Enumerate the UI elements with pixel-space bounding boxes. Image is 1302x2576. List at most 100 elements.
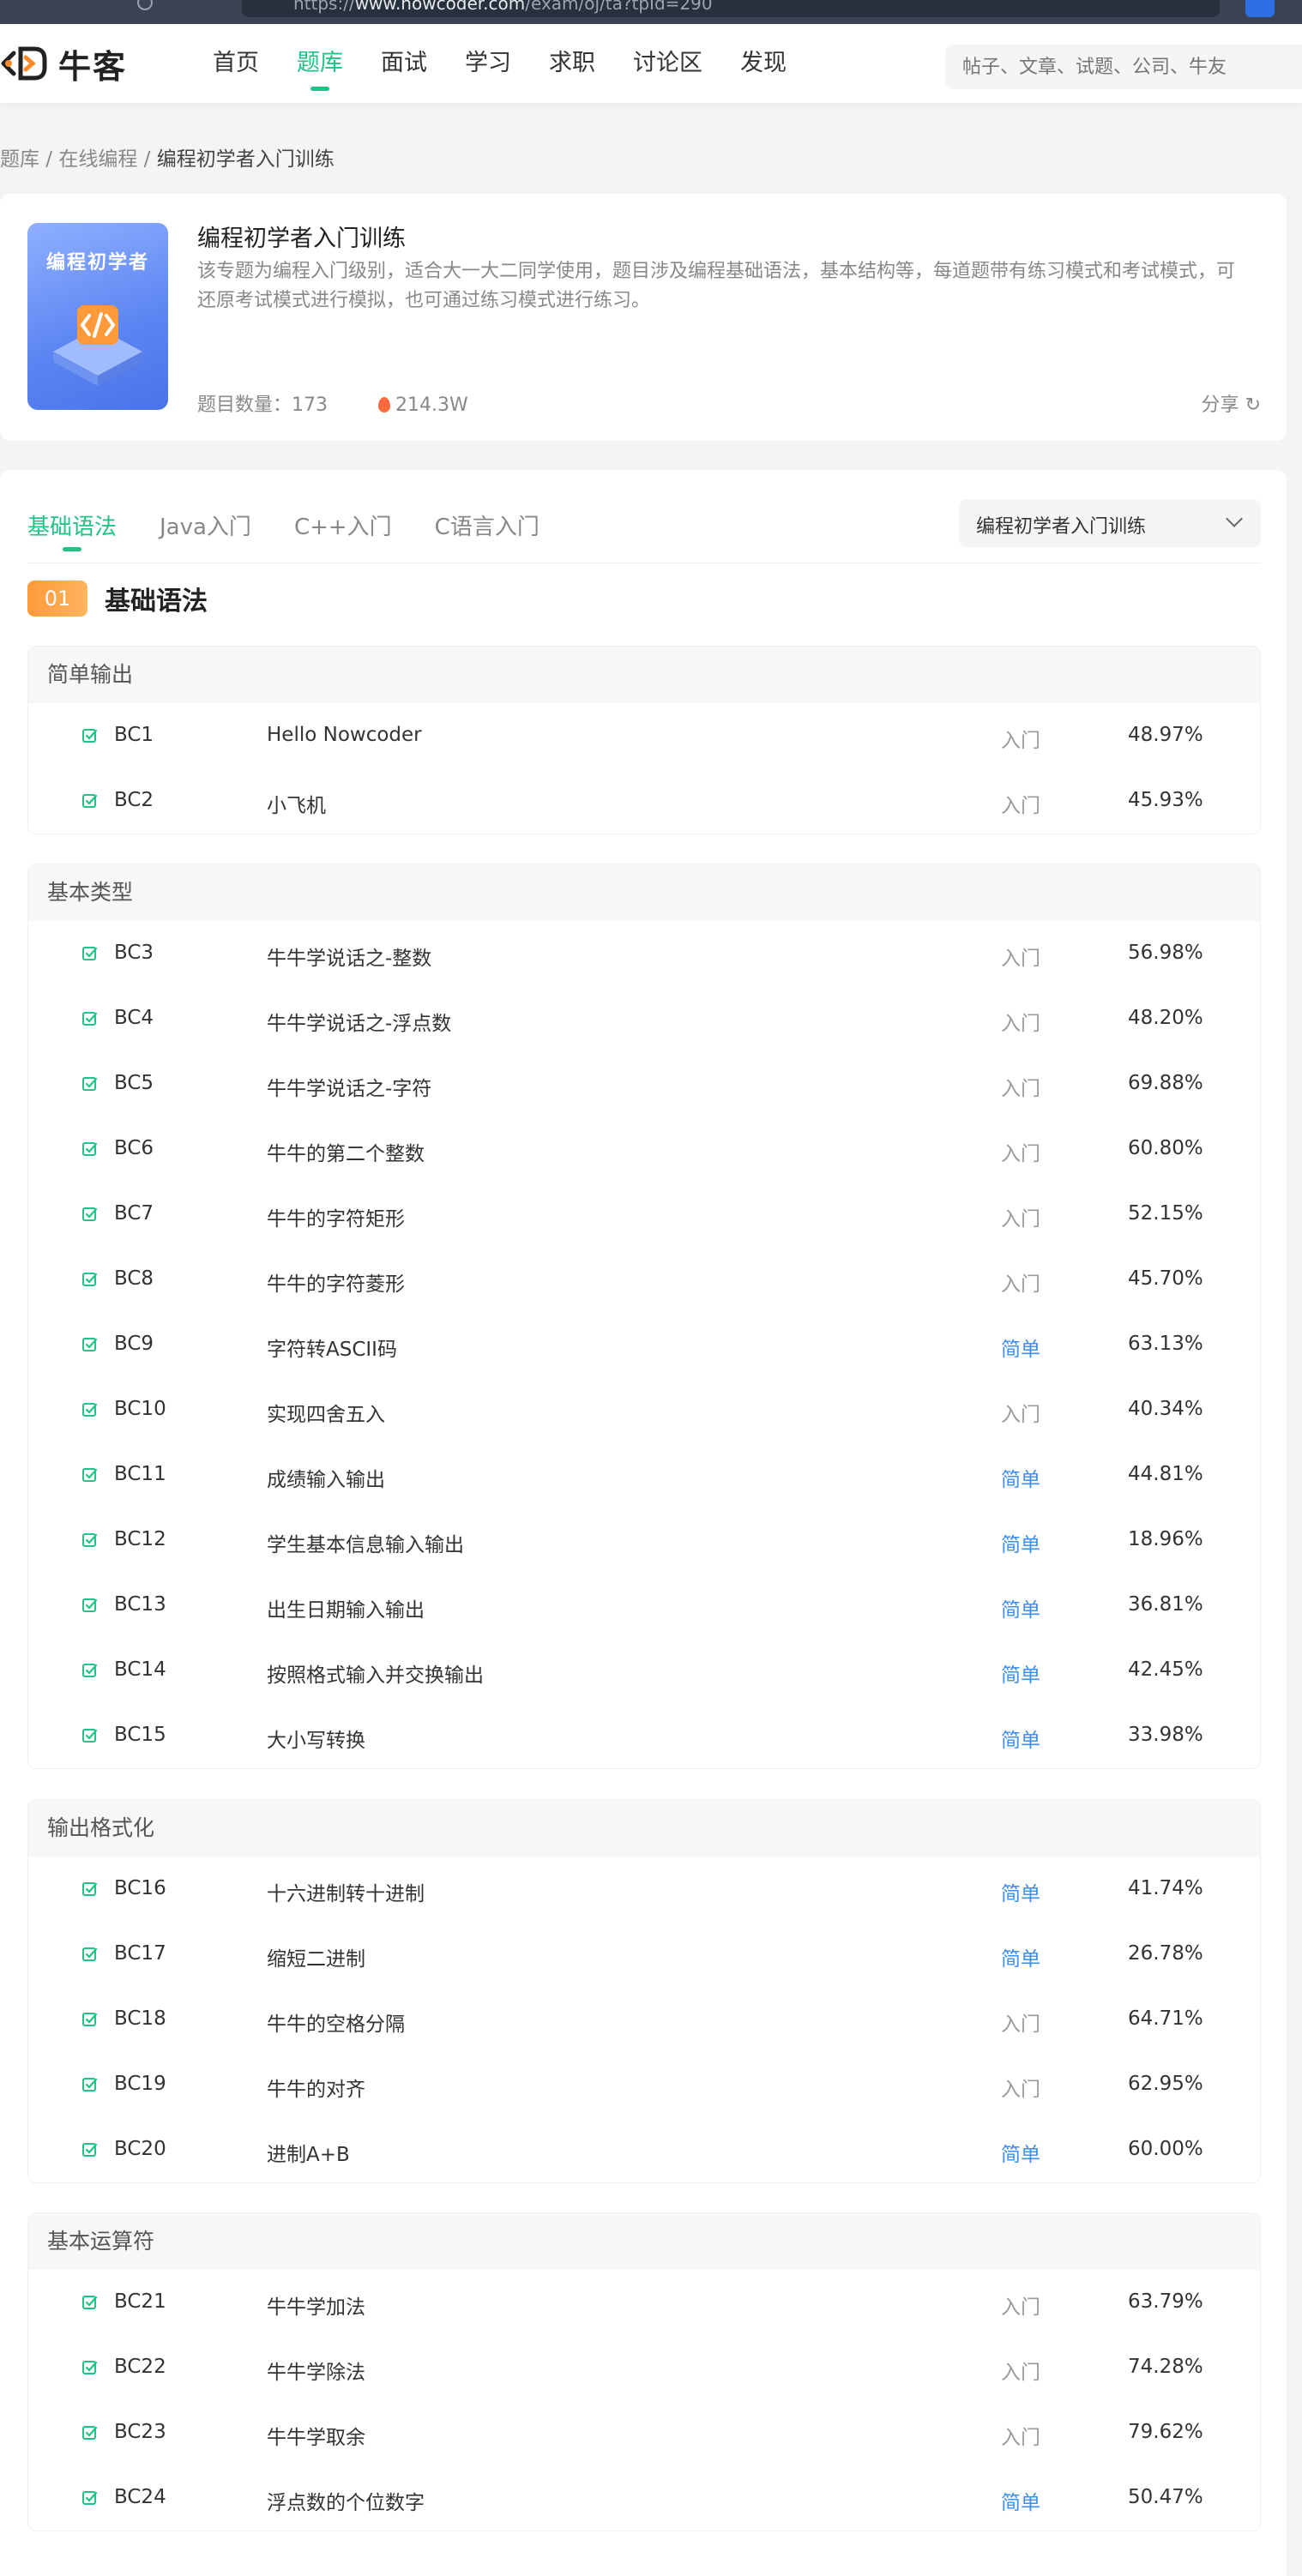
pass-rate: 45.93% (1128, 789, 1203, 811)
search-input[interactable] (945, 45, 1302, 89)
question-title[interactable]: 牛牛学取余 (267, 2421, 365, 2450)
nav-learn[interactable]: 学习 (465, 24, 511, 103)
solved-check-icon (82, 1338, 98, 1351)
question-id: BC20 (114, 2138, 166, 2160)
pass-rate: 18.96% (1128, 1528, 1203, 1550)
nav-home[interactable]: 首页 (213, 24, 259, 103)
question-id: BC8 (114, 1267, 154, 1290)
topic-select[interactable]: 编程初学者入门训练 (959, 499, 1261, 547)
question-title[interactable]: 牛牛的空格分隔 (267, 2007, 405, 2037)
tab-c-intro[interactable]: C语言入门 (435, 509, 539, 541)
pass-rate: 79.62% (1128, 2421, 1203, 2443)
question-title[interactable]: 出生日期输入输出 (267, 1593, 425, 1622)
question-title[interactable]: 浮点数的个位数字 (267, 2486, 425, 2515)
question-row[interactable]: BC22 牛牛学除法 入门 74.28% (28, 2335, 1260, 2400)
nav-discuss[interactable]: 讨论区 (633, 24, 702, 103)
question-row[interactable]: BC3 牛牛学说话之-整数 入门 56.98% (28, 921, 1260, 986)
question-row[interactable]: BC15 大小写转换 简单 33.98% (28, 1703, 1260, 1768)
tab-java-intro[interactable]: Java入门 (160, 509, 251, 541)
question-row[interactable]: BC20 进制A+B 简单 60.00% (28, 2117, 1260, 2182)
pass-rate: 48.20% (1128, 1007, 1203, 1029)
question-row[interactable]: BC11 成绩输入输出 简单 44.81% (28, 1442, 1260, 1508)
question-row[interactable]: BC1 Hello Nowcoder 入门 48.97% (28, 703, 1260, 768)
difficulty-label: 入门 (1001, 1013, 1040, 1035)
question-title[interactable]: 牛牛的字符菱形 (267, 1267, 405, 1297)
difficulty-label: 简单 (1001, 1730, 1040, 1752)
difficulty-label: 入门 (1001, 948, 1040, 970)
share-button[interactable]: 分享 ↻ (1202, 389, 1261, 417)
reload-icon[interactable] (137, 0, 153, 10)
difficulty-label: 入门 (1001, 1404, 1040, 1426)
question-row[interactable]: BC17 缩短二进制 简单 26.78% (28, 1922, 1260, 1987)
question-row[interactable]: BC6 牛牛的第二个整数 入门 60.80% (28, 1116, 1260, 1182)
question-title[interactable]: 十六进制转十进制 (267, 1877, 425, 1906)
question-row[interactable]: BC12 学生基本信息输入输出 简单 18.96% (28, 1508, 1260, 1573)
question-title[interactable]: 进制A+B (267, 2138, 350, 2167)
question-id: BC10 (114, 1398, 166, 1420)
nav-interview[interactable]: 面试 (381, 24, 427, 103)
question-title[interactable]: 牛牛学说话之-字符 (267, 1072, 431, 1101)
question-title[interactable]: 实现四舍五入 (267, 1398, 385, 1427)
breadcrumb: 题库 / 在线编程 / 编程初学者入门训练 (0, 142, 335, 172)
question-id: BC13 (114, 1593, 166, 1616)
question-title[interactable]: 牛牛学加法 (267, 2290, 365, 2320)
question-title[interactable]: 学生基本信息输入输出 (267, 1528, 464, 1557)
question-title[interactable]: 牛牛的对齐 (267, 2073, 365, 2102)
question-row[interactable]: BC8 牛牛的字符菱形 入门 45.70% (28, 1247, 1260, 1312)
question-id: BC15 (114, 1724, 166, 1746)
question-row[interactable]: BC4 牛牛学说话之-浮点数 入门 48.20% (28, 986, 1260, 1051)
logo[interactable]: 牛客 (0, 39, 127, 87)
question-row[interactable]: BC5 牛牛学说话之-字符 入门 69.88% (28, 1051, 1260, 1116)
question-title[interactable]: 字符转ASCII码 (267, 1333, 397, 1362)
question-row[interactable]: BC2 小飞机 入门 45.93% (28, 768, 1260, 834)
question-row[interactable]: BC10 实现四舍五入 入门 40.34% (28, 1377, 1260, 1442)
nav-question-bank[interactable]: 题库 (297, 24, 343, 103)
question-row[interactable]: BC13 出生日期输入输出 简单 36.81% (28, 1573, 1260, 1638)
question-title[interactable]: 小飞机 (267, 789, 326, 818)
question-title[interactable]: 缩短二进制 (267, 1942, 365, 1971)
question-title[interactable]: Hello Nowcoder (267, 724, 422, 746)
question-id: BC12 (114, 1528, 166, 1550)
nav-discover[interactable]: 发现 (740, 24, 787, 103)
question-row[interactable]: BC18 牛牛的空格分隔 入门 64.71% (28, 1987, 1260, 2052)
topic-select-value: 编程初学者入门训练 (976, 516, 1147, 538)
category-tabs: 基础语法 Java入门 C++入门 C语言入门 (27, 509, 582, 551)
question-row[interactable]: BC9 字符转ASCII码 简单 63.13% (28, 1312, 1260, 1377)
question-title[interactable]: 牛牛学说话之-整数 (267, 942, 431, 971)
solved-check-icon (82, 2143, 98, 2157)
breadcrumb-online-coding[interactable]: 在线编程 (58, 148, 137, 171)
question-title[interactable]: 牛牛的字符矩形 (267, 1202, 405, 1231)
question-row[interactable]: BC16 十六进制转十进制 简单 41.74% (28, 1857, 1260, 1922)
question-title[interactable]: 牛牛的第二个整数 (267, 1137, 425, 1166)
main-nav: 首页 题库 面试 学习 求职 讨论区 发现 (213, 24, 824, 103)
solved-check-icon (82, 947, 98, 960)
solved-check-icon (82, 1882, 98, 1896)
question-title[interactable]: 成绩输入输出 (267, 1463, 385, 1492)
question-row[interactable]: BC21 牛牛学加法 入门 63.79% (28, 2270, 1260, 2335)
pass-rate: 64.71% (1128, 2007, 1203, 2030)
question-row[interactable]: BC23 牛牛学取余 入门 79.62% (28, 2400, 1260, 2465)
nav-jobs[interactable]: 求职 (549, 24, 595, 103)
breadcrumb-current: 编程初学者入门训练 (156, 148, 335, 171)
question-id: BC16 (114, 1877, 166, 1899)
question-title[interactable]: 按照格式输入并交换输出 (267, 1658, 484, 1688)
question-row[interactable]: BC24 浮点数的个位数字 简单 50.47% (28, 2465, 1260, 2531)
tab-cpp-intro[interactable]: C++入门 (294, 509, 392, 541)
solved-check-icon (82, 1142, 98, 1156)
question-row[interactable]: BC19 牛牛的对齐 入门 62.95% (28, 2052, 1260, 2117)
difficulty-label: 入门 (1001, 2079, 1040, 2101)
pass-rate: 63.79% (1128, 2290, 1203, 2313)
breadcrumb-separator: / (39, 148, 59, 171)
question-list-panel: 基础语法 Java入门 C++入门 C语言入门 编程初学者入门训练 01 基础语… (0, 470, 1287, 2576)
solved-check-icon (82, 1403, 98, 1417)
question-title[interactable]: 牛牛学除法 (267, 2356, 365, 2385)
question-title[interactable]: 牛牛学说话之-浮点数 (267, 1007, 451, 1036)
breadcrumb-question-bank[interactable]: 题库 (0, 148, 39, 171)
question-title[interactable]: 大小写转换 (267, 1724, 365, 1753)
question-row[interactable]: BC14 按照格式输入并交换输出 简单 42.45% (28, 1638, 1260, 1703)
tab-basic-syntax[interactable]: 基础语法 (27, 509, 117, 551)
difficulty-label: 简单 (1001, 2144, 1040, 2166)
question-row[interactable]: BC7 牛牛的字符矩形 入门 52.15% (28, 1182, 1260, 1247)
extension-icon[interactable] (1245, 0, 1275, 17)
breadcrumb-separator: / (137, 148, 157, 171)
